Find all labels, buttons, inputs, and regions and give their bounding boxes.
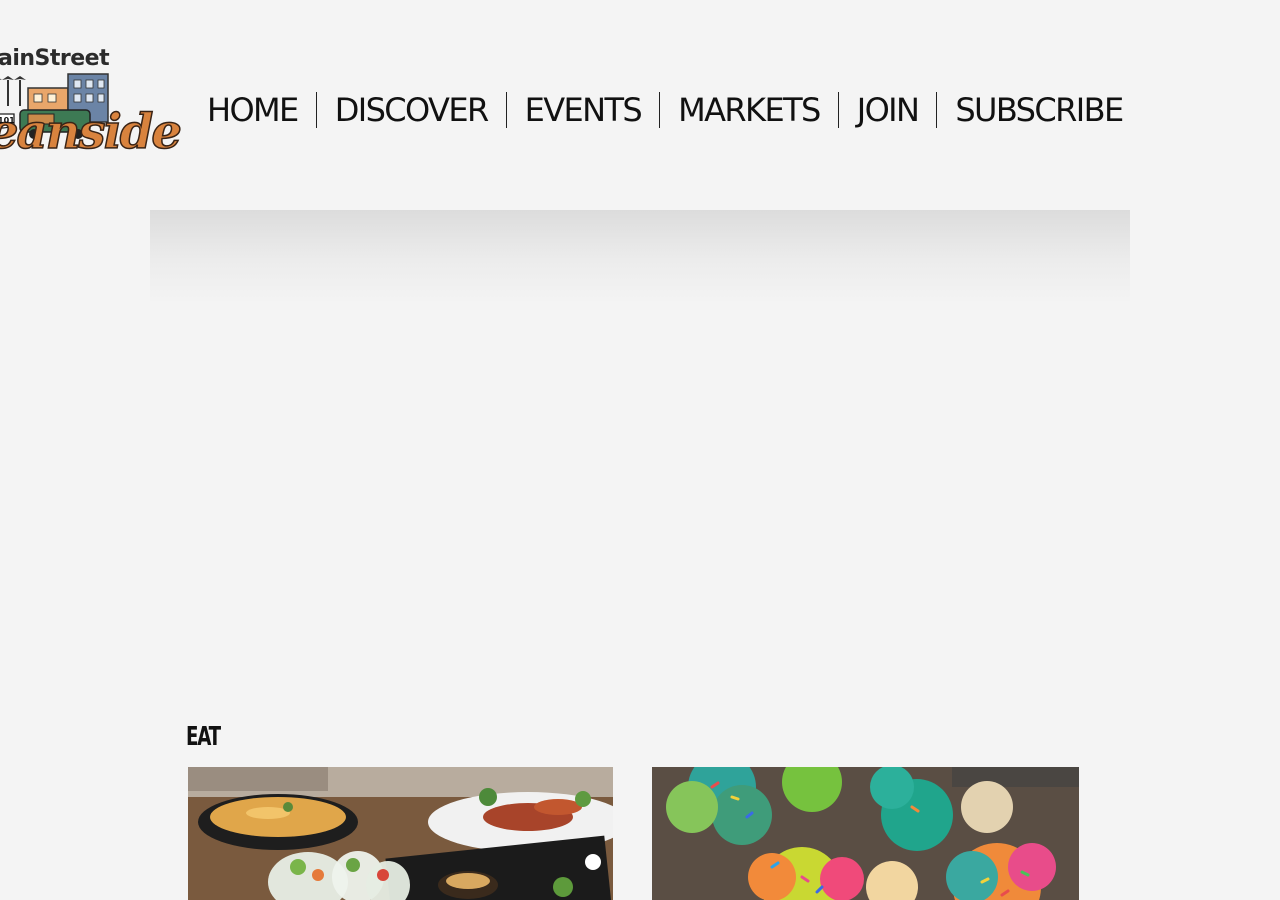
site-logo[interactable]: ainStreet eanside 101 <box>0 44 183 174</box>
page: ainStreet eanside 101 HOME DISCOVER EVEN… <box>0 0 1280 900</box>
nav-item-join[interactable]: JOIN <box>837 91 937 129</box>
section-title-eat: EAT <box>186 721 221 752</box>
nav-item-markets[interactable]: MARKETS <box>659 91 838 129</box>
nav-item-subscribe[interactable]: SUBSCRIBE <box>936 91 1140 129</box>
cupcakes-image <box>652 767 1079 900</box>
food-platter-image <box>188 767 613 900</box>
logo-top-text: ainStreet <box>0 46 110 71</box>
eat-card-cupcakes[interactable] <box>652 767 1079 900</box>
logo-script-text: eanside <box>0 103 183 161</box>
eat-card-food-platter[interactable] <box>188 767 613 900</box>
route-badge-text: 101 <box>0 116 15 125</box>
nav-item-discover[interactable]: DISCOVER <box>315 91 506 129</box>
hero-banner <box>150 210 1130 650</box>
nav-item-home[interactable]: HOME <box>189 91 316 129</box>
main-nav: HOME DISCOVER EVENTS MARKETS JOIN SUBSCR… <box>189 88 1141 132</box>
nav-item-events[interactable]: EVENTS <box>505 91 660 129</box>
